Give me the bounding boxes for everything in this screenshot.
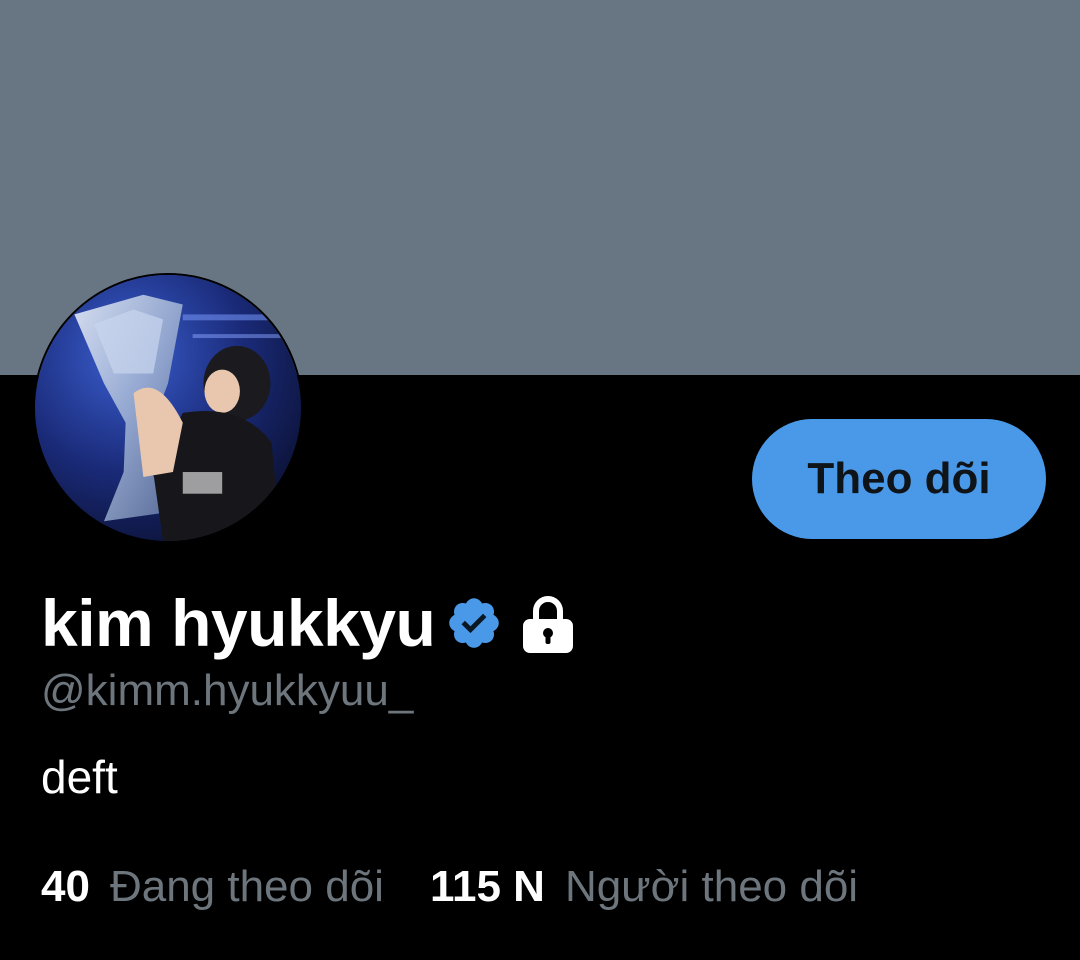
- following-label: Đang theo dõi: [109, 862, 384, 911]
- lock-icon: [521, 593, 575, 653]
- avatar-photo: [35, 275, 301, 541]
- followers-link[interactable]: 115 N Người theo dõi: [430, 862, 858, 912]
- avatar[interactable]: [33, 273, 303, 543]
- followers-label: Người theo dõi: [564, 862, 859, 911]
- profile-handle: @kimm.hyukkyuu_: [41, 666, 414, 715]
- profile-bio: deft: [41, 751, 118, 803]
- name-row: kim hyukkyu: [41, 580, 575, 666]
- following-link[interactable]: 40 Đang theo dõi: [41, 862, 384, 912]
- profile-page: Theo dõi kim hyukkyu @kimm.hyukkyuu_ def…: [0, 0, 1080, 960]
- follow-button[interactable]: Theo dõi: [752, 419, 1046, 539]
- verified-badge-icon[interactable]: [445, 594, 503, 652]
- display-name: kim hyukkyu: [41, 586, 436, 660]
- followers-count: 115 N: [429, 862, 545, 911]
- profile-stats: 40 Đang theo dõi 115 N Người theo dõi: [41, 862, 858, 912]
- following-count: 40: [41, 862, 90, 911]
